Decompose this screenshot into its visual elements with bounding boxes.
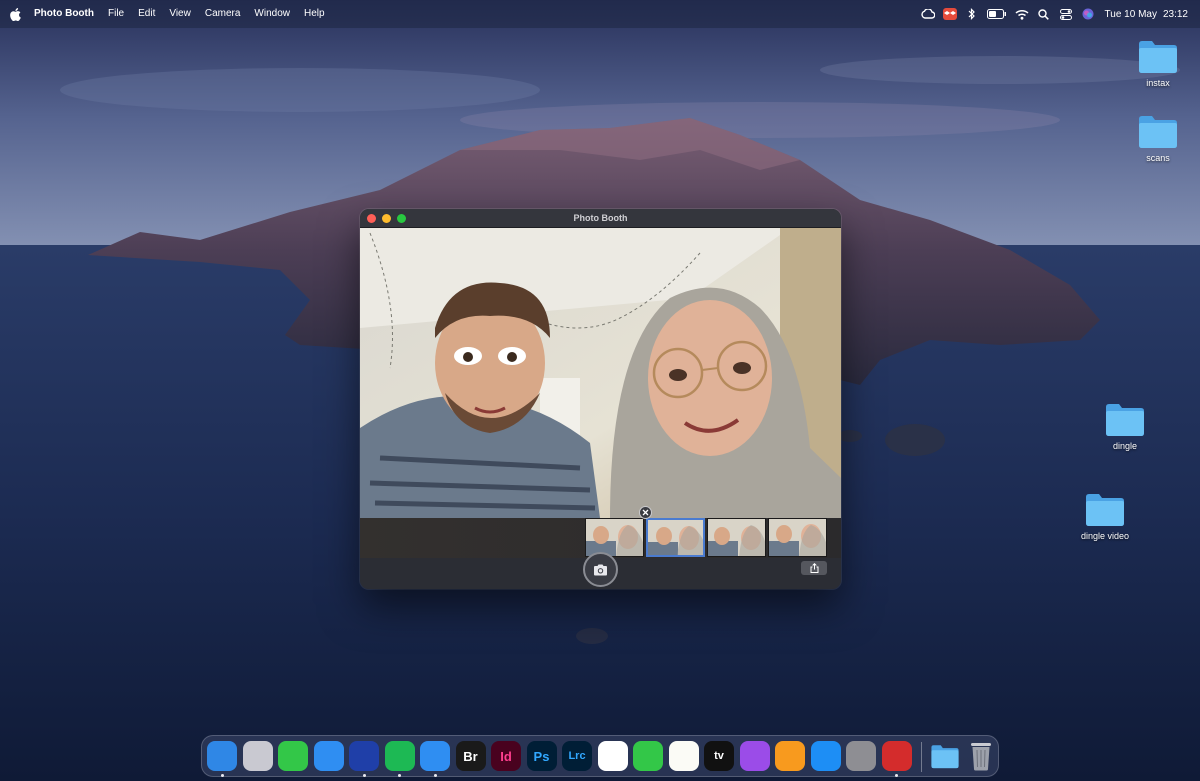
delete-thumbnail-button[interactable] (639, 506, 652, 519)
folder-label: instax (1146, 78, 1170, 88)
dock-app-label: Br (463, 748, 478, 764)
menu-date: Tue 10 May (1104, 8, 1157, 20)
creative-cloud-icon[interactable] (917, 0, 939, 28)
running-indicator (433, 774, 437, 777)
folder-label: dingle video (1080, 531, 1130, 541)
folder-label: scans (1146, 153, 1170, 163)
downloads-folder-icon[interactable] (930, 741, 960, 771)
scanner-icon[interactable] (349, 741, 379, 771)
running-indicator (220, 774, 224, 777)
minimize-button[interactable] (382, 214, 391, 223)
folder-icon (1139, 41, 1177, 73)
running-indicator (895, 774, 898, 777)
lightroom-icon[interactable]: Lrc (562, 741, 592, 771)
notes-icon[interactable] (668, 741, 699, 771)
menu-view[interactable]: View (162, 0, 198, 28)
folder-icon (1086, 494, 1124, 526)
menu-bar: Photo Booth File Edit View Camera Window… (0, 0, 1200, 28)
maximize-button[interactable] (397, 214, 406, 223)
desktop-folder-dingle[interactable]: dingle (1085, 401, 1165, 451)
menu-clock[interactable]: Tue 10 May 23:12 (1105, 9, 1188, 20)
photo-thumbnail[interactable] (707, 518, 766, 557)
photo-booth-window: Photo Booth (360, 209, 841, 589)
apple-menu[interactable] (0, 7, 30, 21)
system-preferences-icon[interactable] (846, 741, 876, 771)
podcasts-icon[interactable] (739, 741, 770, 771)
menu-help[interactable]: Help (297, 0, 332, 28)
bridge-icon[interactable]: Br (455, 741, 486, 771)
camera-icon (594, 564, 607, 575)
share-button[interactable] (801, 561, 827, 575)
siri-icon[interactable] (1077, 0, 1099, 28)
safari-icon[interactable] (420, 741, 450, 771)
status-area: Tue 10 May 23:12 (917, 0, 1200, 28)
control-center-icon[interactable] (1055, 0, 1077, 28)
dropbox-icon[interactable] (939, 0, 961, 28)
pages-icon[interactable] (775, 741, 805, 771)
apple-tv-icon[interactable]: tv (704, 741, 734, 771)
desktop-folder-instax[interactable]: instax (1118, 38, 1198, 88)
traffic-lights (367, 214, 406, 223)
photo-thumbnail[interactable] (585, 518, 644, 557)
finder-icon[interactable] (207, 741, 237, 771)
share-icon (810, 563, 818, 573)
menu-camera[interactable]: Camera (198, 0, 248, 28)
dock-app-label: tv (714, 750, 724, 762)
window-title: Photo Booth (573, 213, 628, 223)
camera-preview (360, 228, 841, 518)
facetime-icon[interactable] (633, 741, 663, 771)
app-store-icon[interactable] (810, 741, 841, 771)
running-indicator (362, 774, 366, 777)
menu-file[interactable]: File (101, 0, 131, 28)
window-titlebar[interactable]: Photo Booth (360, 209, 841, 228)
photo-thumbnail[interactable] (768, 518, 827, 557)
folder-icon (1106, 404, 1144, 436)
indesign-icon[interactable]: Id (491, 741, 521, 771)
menu-edit[interactable]: Edit (131, 0, 162, 28)
desktop-folder-scans[interactable]: scans (1118, 113, 1198, 163)
photo-booth-icon[interactable] (881, 741, 912, 771)
running-indicator (398, 774, 401, 777)
folder-label: dingle (1112, 441, 1138, 451)
dock-app-label: Lrc (568, 750, 586, 762)
photos-icon[interactable] (597, 741, 628, 771)
close-icon (642, 509, 649, 516)
apple-logo-icon (9, 7, 21, 21)
wifi-icon[interactable] (1011, 0, 1033, 28)
mail-icon[interactable] (313, 741, 344, 771)
close-button[interactable] (367, 214, 376, 223)
dock-app-label: Id (500, 748, 512, 764)
menu-window[interactable]: Window (247, 0, 297, 28)
desktop-folder-dingle-video[interactable]: dingle video (1065, 491, 1145, 541)
dock: Br Id Ps Lrc tv (201, 735, 999, 777)
messages-icon[interactable] (278, 741, 308, 771)
folder-icon (1139, 116, 1177, 148)
spotify-icon[interactable] (384, 741, 415, 771)
trash-icon[interactable] (966, 741, 996, 771)
spotlight-search-icon[interactable] (1033, 0, 1055, 28)
bluetooth-icon[interactable] (961, 0, 983, 28)
take-photo-button[interactable] (583, 552, 618, 587)
dock-separator (921, 742, 922, 772)
battery-icon[interactable] (983, 0, 1011, 28)
photoshop-icon[interactable]: Ps (526, 741, 557, 771)
menu-time: 23:12 (1162, 8, 1188, 20)
launchpad-icon[interactable] (242, 741, 273, 771)
menu-app-name[interactable]: Photo Booth (30, 0, 101, 28)
photo-thumbnail-selected[interactable] (646, 518, 705, 557)
dock-app-label: Ps (533, 748, 550, 764)
